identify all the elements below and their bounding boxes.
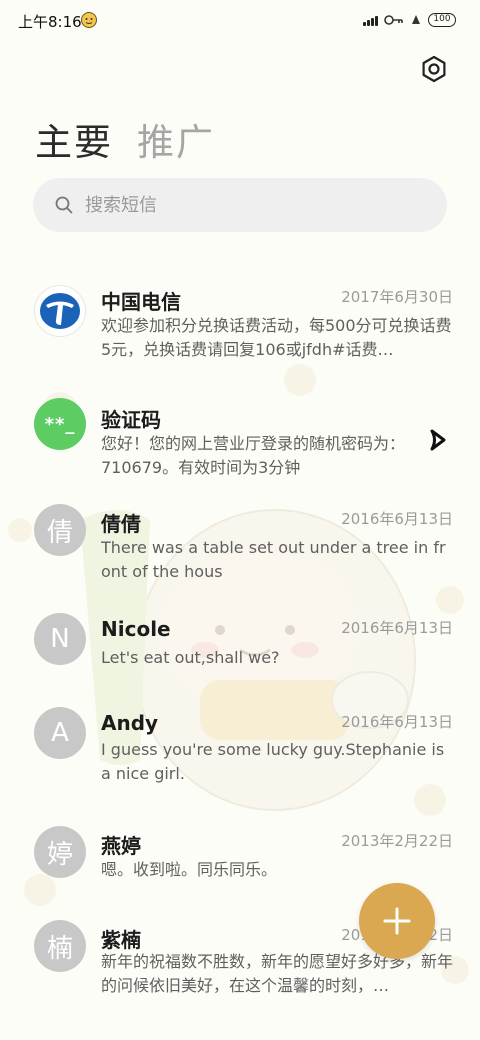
contact-avatar: 楠 — [34, 920, 86, 972]
verification-avatar: **_ — [34, 398, 86, 450]
vpn-key-icon — [384, 15, 403, 25]
conversation-date: 2016年6月13日 — [341, 713, 453, 731]
alarm-bell-icon — [412, 15, 420, 24]
signal-icon — [363, 14, 378, 26]
new-message-button[interactable] — [359, 883, 435, 959]
conversation-name: Nicole — [101, 617, 171, 641]
conversation-preview: There was a table set out under a tree i… — [101, 538, 446, 581]
chevron-right-icon[interactable] — [428, 427, 450, 453]
contact-avatar: 倩 — [34, 504, 86, 556]
conversation-name: Andy — [101, 711, 159, 735]
conversation-item-china-telecom[interactable]: 中国电信 2017年6月30日 欢迎参加积分兑换话费活动，每500分可兑换话费5… — [0, 270, 480, 382]
conversation-date: 2016年6月13日 — [341, 510, 453, 528]
china-telecom-logo-icon — [34, 285, 86, 337]
notification-emoji-icon — [81, 12, 97, 28]
search-input[interactable] — [85, 194, 415, 216]
conversation-preview: 嗯。收到啦。同乐同乐。 — [101, 860, 278, 879]
conversation-item-andy[interactable]: A Andy 2016年6月13日 I guess you're some lu… — [0, 706, 480, 824]
conversation-item-verification-code[interactable]: **_ 验证码 您好！您的网上营业厅登录的随机密码为：710679。有效时间为3… — [0, 382, 480, 494]
conversation-name: 倩倩 — [101, 512, 141, 536]
conversation-date: 2016年6月13日 — [341, 619, 453, 637]
status-time: 上午8:16 — [18, 13, 82, 31]
conversation-name: 燕婷 — [101, 834, 141, 858]
conversation-name: 验证码 — [101, 408, 161, 432]
contact-avatar: 婷 — [34, 826, 86, 878]
conversation-date: 2013年2月22日 — [341, 832, 453, 850]
tab-bar: 主要 推广 — [35, 112, 215, 168]
status-indicators: 100 — [363, 12, 456, 28]
contact-avatar: N — [34, 613, 86, 665]
tab-promotions[interactable]: 推广 — [137, 112, 215, 166]
conversation-item-qianqian[interactable]: 倩 倩倩 2016年6月13日 There was a table set ou… — [0, 494, 480, 612]
search-icon — [55, 196, 73, 214]
settings-hexagon-icon[interactable] — [420, 55, 448, 83]
status-bar: 上午8:16 100 — [0, 0, 480, 40]
tab-main[interactable]: 主要 — [35, 112, 113, 166]
conversation-preview: 您好！您的网上营业厅登录的随机密码为：710679。有效时间为3分钟 — [101, 434, 406, 477]
contact-avatar: A — [34, 707, 86, 759]
conversation-date: 2017年6月30日 — [341, 288, 453, 306]
battery-icon: 100 — [428, 13, 456, 27]
plus-icon — [383, 907, 411, 935]
search-bar[interactable] — [33, 178, 447, 232]
conversation-preview: 欢迎参加积分兑换话费活动，每500分可兑换话费5元，兑换话费请回复106或jfd… — [101, 316, 452, 359]
conversation-preview: I guess you're some lucky guy.Stephanie … — [101, 740, 445, 783]
conversation-name: 紫楠 — [101, 928, 141, 952]
conversation-name: 中国电信 — [101, 290, 181, 314]
conversation-preview: Let's eat out,shall we? — [101, 648, 280, 667]
conversation-item-nicole[interactable]: N Nicole 2016年6月13日 Let's eat out,shall … — [0, 612, 480, 706]
